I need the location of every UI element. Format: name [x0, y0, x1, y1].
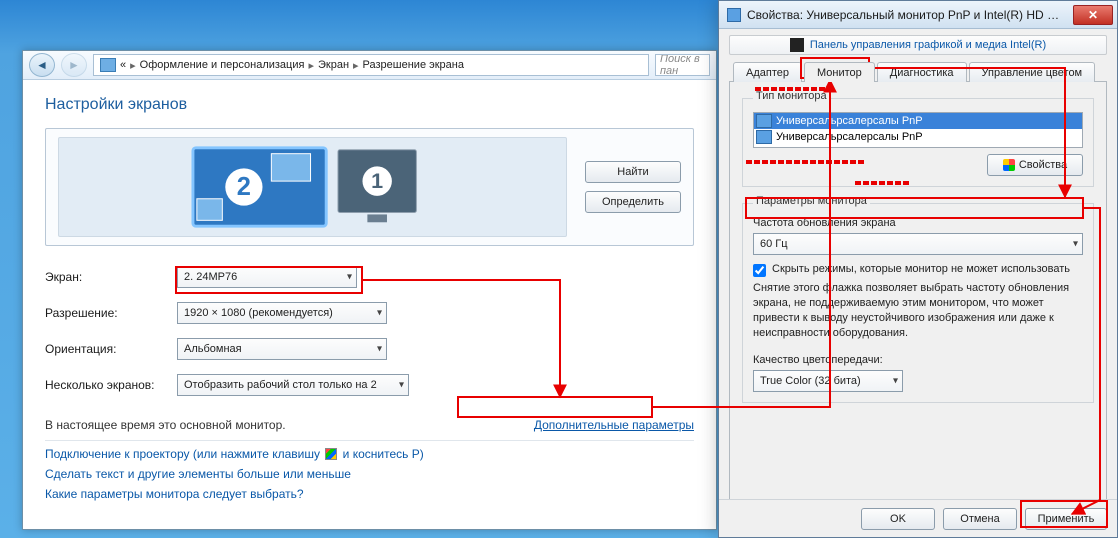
dialog-titlebar[interactable]: Свойства: Универсальный монитор PnP и In… [719, 1, 1117, 29]
monitor-type-legend: Тип монитора [753, 90, 830, 102]
orientation-label: Ориентация: [45, 342, 177, 356]
breadcrumb-part2[interactable]: Экран [318, 59, 349, 71]
nav-forward-button[interactable]: ► [61, 53, 87, 77]
advanced-settings-link[interactable]: Дополнительные параметры [534, 418, 694, 432]
explorer-toolbar: ◄ ► « ▸ Оформление и персонализация ▸ Эк… [23, 51, 716, 80]
multimonitor-value: Отобразить рабочий стол только на 2 [184, 379, 377, 391]
hide-modes-hint: Снятие этого флажка позволяет выбрать ча… [753, 281, 1083, 340]
win-key-icon [325, 448, 337, 460]
monitor-list-item[interactable]: Универсальрсалерсалы PnP [754, 113, 1082, 129]
breadcrumb-root-icon [100, 58, 116, 72]
refresh-rate-value: 60 Гц [760, 238, 788, 250]
monitor-properties-button[interactable]: Свойства [987, 154, 1083, 176]
display-preview-panel: 2 1 Найти Определить [45, 128, 694, 246]
nav-back-button[interactable]: ◄ [29, 53, 55, 77]
apply-button[interactable]: Применить [1025, 508, 1107, 530]
dialog-button-row: OK Отмена Применить [719, 499, 1117, 537]
orientation-combo[interactable]: Альбомная [177, 338, 387, 360]
search-placeholder: Поиск в пан [660, 54, 705, 76]
tab-adapter[interactable]: Адаптер [733, 62, 802, 82]
detect-monitor-button[interactable]: Определить [585, 191, 681, 213]
projector-link[interactable]: Подключение к проектору (или нажмите кла… [45, 447, 694, 461]
dialog-title: Свойства: Универсальный монитор PnP и In… [747, 8, 1067, 22]
monitor-2-label: 2 [237, 173, 251, 201]
explorer-search[interactable]: Поиск в пан [655, 54, 710, 76]
monitor-list-item-label: Универсальрсалерсалы PnP [776, 115, 923, 127]
monitor-icon [756, 114, 772, 128]
monitor-list-item[interactable]: Универсальрсалерсалы PnP [754, 129, 1082, 145]
color-quality-label: Качество цветопередачи: [753, 354, 1083, 366]
find-monitor-button[interactable]: Найти [585, 161, 681, 183]
tab-monitor[interactable]: Монитор [804, 62, 875, 82]
color-quality-combo[interactable]: True Color (32 бита) [753, 370, 903, 392]
screen-combo[interactable]: 2. 24MP76 [177, 266, 357, 288]
cancel-button[interactable]: Отмена [943, 508, 1017, 530]
monitor-type-group: Тип монитора Универсальрсалерсалы PnP Ун… [742, 92, 1094, 187]
hide-modes-checkbox[interactable] [753, 264, 766, 277]
intel-control-panel-link[interactable]: Панель управления графикой и медиа Intel… [729, 35, 1107, 55]
resolution-combo[interactable]: 1920 × 1080 (рекомендуется) [177, 302, 387, 324]
screen-value: 2. 24MP76 [184, 271, 237, 283]
monitor-type-list[interactable]: Универсальрсалерсалы PnP Универсальрсале… [753, 112, 1083, 148]
close-button[interactable]: ✕ [1073, 5, 1113, 25]
hide-modes-label: Скрыть режимы, которые монитор не может … [772, 263, 1070, 275]
monitor-properties-dialog: Свойства: Универсальный монитор PnP и In… [718, 0, 1118, 538]
tab-color[interactable]: Управление цветом [969, 62, 1096, 82]
screen-label: Экран: [45, 270, 177, 284]
refresh-rate-combo[interactable]: 60 Гц [753, 233, 1083, 255]
monitor-params-group: Параметры монитора Частота обновления эк… [742, 197, 1094, 403]
tab-monitor-pane: Тип монитора Универсальрсалерсалы PnP Ун… [729, 82, 1107, 500]
monitor-params-legend: Параметры монитора [753, 195, 870, 207]
resolution-label: Разрешение: [45, 306, 177, 320]
primary-monitor-note: В настоящее время это основной монитор. [45, 418, 286, 432]
page-title: Настройки экранов [45, 96, 694, 114]
refresh-rate-label: Частота обновления экрана [753, 217, 1083, 229]
breadcrumb-root: « [120, 59, 126, 71]
monitor-icon [756, 130, 772, 144]
breadcrumb-part1[interactable]: Оформление и персонализация [140, 59, 305, 71]
ok-button[interactable]: OK [861, 508, 935, 530]
monitor-layout-preview[interactable]: 2 1 [58, 137, 567, 237]
intel-link-label: Панель управления графикой и медиа Intel… [810, 39, 1046, 51]
main-body: Настройки экранов 2 1 Найти [23, 80, 716, 523]
orientation-value: Альбомная [184, 343, 242, 355]
shield-icon [1003, 159, 1015, 171]
display-settings-window: ◄ ► « ▸ Оформление и персонализация ▸ Эк… [22, 50, 717, 530]
resolution-value: 1920 × 1080 (рекомендуется) [184, 307, 333, 319]
dialog-tabs: Адаптер Монитор Диагностика Управление ц… [729, 61, 1107, 82]
monitor-list-item-label: Универсальрсалерсалы PnP [776, 131, 923, 143]
properties-label: Свойства [1019, 159, 1067, 171]
intel-icon [790, 38, 804, 52]
color-quality-value: True Color (32 бита) [760, 375, 861, 387]
tab-diagnostics[interactable]: Диагностика [877, 62, 967, 82]
dialog-icon [727, 8, 741, 22]
monitor-help-link[interactable]: Какие параметры монитора следует выбрать… [45, 487, 694, 501]
multimonitor-combo[interactable]: Отобразить рабочий стол только на 2 [177, 374, 409, 396]
monitor-1-label: 1 [371, 168, 383, 193]
multimonitor-label: Несколько экранов: [45, 378, 177, 392]
breadcrumb[interactable]: « ▸ Оформление и персонализация ▸ Экран … [93, 54, 649, 76]
hide-modes-checkbox-row[interactable]: Скрыть режимы, которые монитор не может … [753, 263, 1083, 277]
breadcrumb-part3[interactable]: Разрешение экрана [363, 59, 464, 71]
text-size-link[interactable]: Сделать текст и другие элементы больше и… [45, 467, 694, 481]
